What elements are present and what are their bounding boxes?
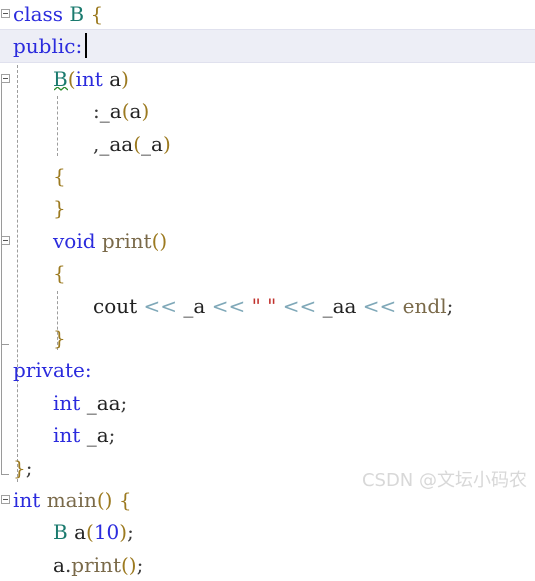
warning-squiggle [54,86,68,91]
code-line-text: { [53,160,66,192]
code-token-num: 10 [93,520,120,545]
code-line-text: B a(10); [53,516,134,548]
code-line[interactable]: void print() [0,225,535,257]
code-token-id: _a [183,293,206,318]
code-line-text: ,_aa(_a) [93,128,171,160]
code-line-text: public: [13,30,82,62]
code-token-id: a [109,66,122,91]
code-token-kw: : [84,358,92,383]
code-line[interactable]: } [0,192,535,224]
code-token-brace: ) [162,131,171,156]
code-token-id: _a [86,423,109,448]
code-line[interactable]: class B { [0,0,535,30]
code-token-brace: () [120,552,137,577]
code-line[interactable]: { [0,257,535,289]
code-token-op: << [211,293,246,318]
code-token-punct: : [93,99,100,124]
code-line[interactable]: B(int a) [0,63,535,95]
code-line[interactable]: public: [0,30,535,62]
code-token-brace: { [53,261,66,286]
code-token-punct: ; [25,455,33,480]
code-line[interactable]: ,_aa(_a) [0,128,535,160]
code-token-id: _aa [322,293,357,318]
csdn-watermark: CSDN @文坛小码农 [361,470,527,491]
code-token-id: _aa [86,390,121,415]
code-token-punct: ; [127,520,134,545]
code-token-punct: ; [120,390,128,415]
code-token-brace: ) [121,66,129,91]
code-token-kw: class [13,2,64,26]
code-token-op: << [362,293,397,318]
code-editor[interactable]: class B {public: B(int a):_a(a) ,_aa(_a){}… [0,0,535,577]
code-token-brace: { [90,2,104,26]
code-token-kw: int [75,66,103,91]
code-token-punct: ; [136,552,144,577]
code-line[interactable]: private: [0,354,535,386]
code-token-fn: endl [402,293,447,318]
code-token-punct: ; [446,293,454,318]
code-token-type: B [69,2,85,26]
code-line[interactable]: B a(10); [0,516,535,548]
code-token-kw: int [13,488,41,512]
code-token-id: cout [93,293,138,318]
code-token-kw: int [53,390,81,415]
code-token-id: a [74,520,86,545]
code-token-fn: print [101,228,152,253]
code-token-brace: { [53,164,66,188]
code-token-op: << [143,293,178,318]
code-token-kw: int [53,423,81,448]
code-token-brace: () [151,228,168,253]
text-caret [85,33,87,58]
code-line-text: void print() [53,225,167,257]
code-token-fn: main [46,488,97,512]
code-token-kw: : [75,34,83,59]
code-token-kw: public [13,34,76,59]
code-line[interactable]: :_a(a) [0,95,535,127]
code-token-brace: () [96,488,113,512]
code-token-punct: ; [108,423,116,448]
code-token-brace: ( [67,66,76,91]
code-line-text: int _aa; [53,387,127,419]
code-line[interactable]: int _a; [0,419,535,451]
code-line-text: private: [13,354,92,386]
code-line-text: } [53,192,66,224]
code-token-brace: } [53,326,66,350]
code-token-brace: ( [121,99,130,124]
code-token-brace: ( [86,520,94,545]
code-line-text: int _a; [53,419,115,451]
code-token-id: a [53,552,65,577]
code-line-text: :_a(a) [93,95,149,127]
code-line-text: cout << _a << " " << _aa << endl; [93,290,453,322]
code-token-brace: ) [119,520,128,545]
code-line[interactable]: } [0,322,535,354]
code-line[interactable]: cout << _a << " " << _aa << endl; [0,290,535,322]
code-token-id: _a [99,99,122,124]
code-token-id: a [129,99,142,124]
code-token-brace: ( [133,131,142,156]
code-token-kw: void [53,228,96,253]
code-line-text: class B { [13,0,103,30]
code-line[interactable]: a.print(); [0,549,535,581]
code-token-brace: ) [141,99,150,124]
code-token-op: << [282,293,317,318]
code-line[interactable]: int _aa; [0,387,535,419]
code-token-str: " " [251,293,277,318]
code-line-text: a.print(); [53,549,143,581]
code-line-text: { [53,257,66,289]
code-line-text: }; [13,452,32,484]
code-token-brace: { [118,488,132,512]
code-token-fn: print [71,552,121,577]
code-line[interactable]: { [0,160,535,192]
code-token-id: _a [141,131,163,156]
code-token-brace: } [13,455,26,480]
code-token-kw: private [13,358,85,383]
code-line-text: } [53,322,66,354]
code-token-id: _aa [99,131,134,156]
code-line-text: int main() { [13,484,132,516]
code-token-brace: } [53,196,66,221]
code-token-type: B [53,520,68,545]
